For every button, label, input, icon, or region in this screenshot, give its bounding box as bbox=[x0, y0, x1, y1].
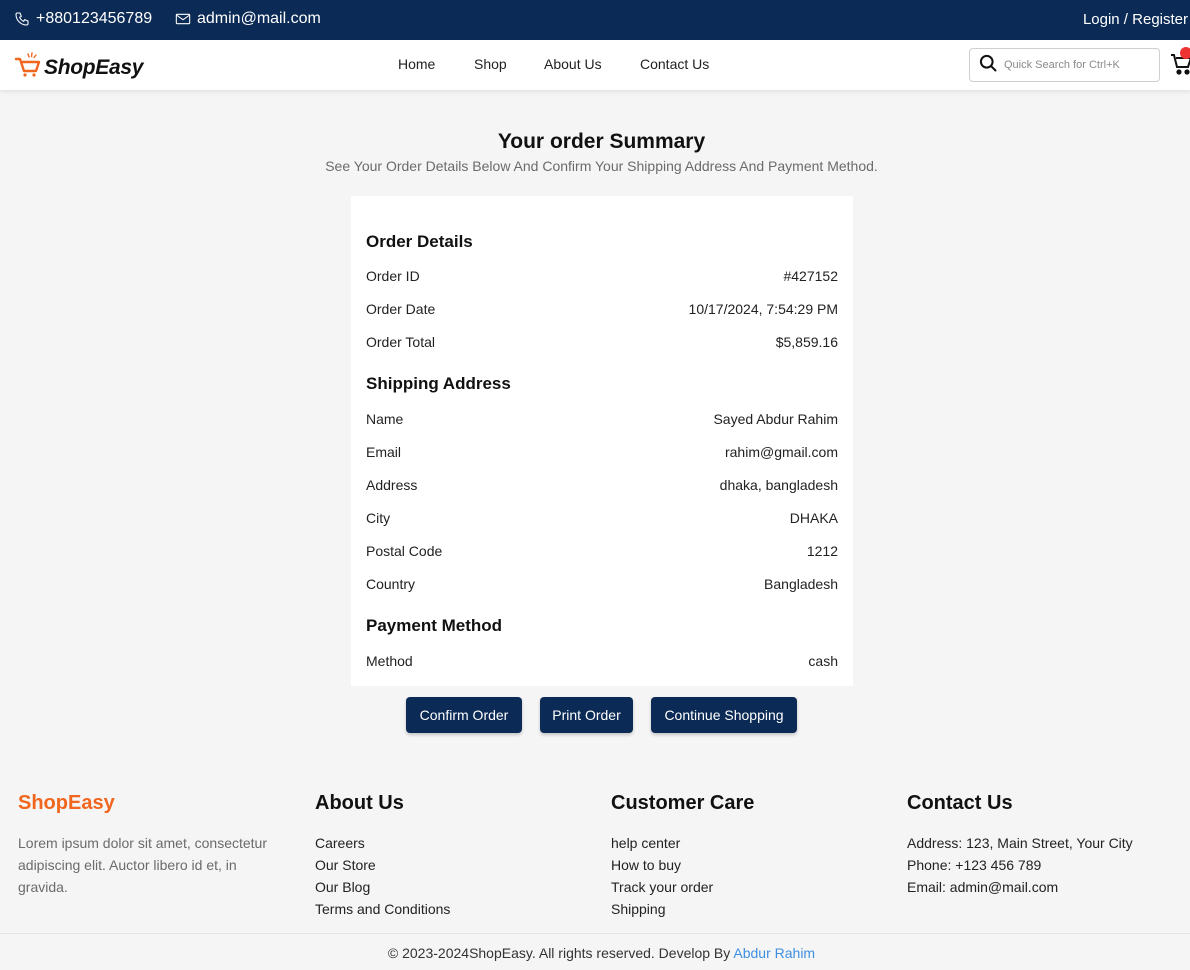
top-email[interactable]: admin@mail.com bbox=[175, 10, 321, 28]
row-value: $5,859.16 bbox=[775, 334, 838, 350]
footer-contact-address: Address: 123, Main Street, Your City bbox=[907, 835, 1133, 851]
order-id-row: Order ID #427152 bbox=[366, 268, 838, 288]
phone-icon bbox=[14, 11, 30, 27]
row-value: cash bbox=[808, 653, 838, 669]
nav-home[interactable]: Home bbox=[398, 56, 474, 72]
quick-search[interactable] bbox=[969, 48, 1160, 82]
confirm-order-button[interactable]: Confirm Order bbox=[406, 697, 522, 733]
shipping-name-row: Name Sayed Abdur Rahim bbox=[366, 411, 838, 431]
main-nav: Home Shop About Us Contact Us bbox=[398, 56, 709, 72]
shipping-country-row: Country Bangladesh bbox=[366, 576, 838, 596]
top-phone[interactable]: +880123456789 bbox=[14, 10, 152, 28]
footer-contact-title: Contact Us bbox=[907, 792, 1013, 814]
footer-link-our-store[interactable]: Our Store bbox=[315, 854, 450, 876]
footer-link-help-center[interactable]: help center bbox=[611, 832, 754, 854]
footer-link-how-to-buy[interactable]: How to buy bbox=[611, 854, 754, 876]
email-address: admin@mail.com bbox=[197, 10, 321, 27]
row-label: Method bbox=[366, 653, 413, 669]
row-label: Order Total bbox=[366, 334, 435, 350]
search-icon bbox=[978, 53, 998, 78]
payment-method-row: Method cash bbox=[366, 653, 838, 673]
copyright: © 2023-2024ShopEasy. All rights reserved… bbox=[0, 945, 1190, 961]
order-summary-card: Order Details Order ID #427152 Order Dat… bbox=[351, 196, 853, 686]
row-value: 10/17/2024, 7:54:29 PM bbox=[688, 301, 838, 317]
row-label: Country bbox=[366, 576, 416, 592]
cart-logo-icon bbox=[14, 52, 42, 83]
footer-divider bbox=[0, 933, 1190, 934]
top-bar: +880123456789 admin@mail.com Login / Reg… bbox=[0, 0, 1190, 40]
cart-count-badge bbox=[1180, 47, 1190, 59]
footer-about: About Us Careers Our Store Our Blog Term… bbox=[315, 792, 450, 920]
shipping-address-row: Address dhaka, bangladesh bbox=[366, 477, 838, 497]
row-value: #427152 bbox=[783, 268, 838, 284]
row-value: Bangladesh bbox=[764, 576, 838, 592]
navbar: ShopEasy Home Shop About Us Contact Us bbox=[0, 40, 1190, 90]
footer-brand: ShopEasy Lorem ipsum dolor sit amet, con… bbox=[18, 792, 288, 898]
print-order-button[interactable]: Print Order bbox=[540, 697, 633, 733]
footer-brand-text: Lorem ipsum dolor sit amet, consectetur … bbox=[18, 835, 267, 895]
row-value: rahim@gmail.com bbox=[724, 444, 838, 460]
row-value: dhaka, bangladesh bbox=[719, 477, 838, 493]
footer-link-terms[interactable]: Terms and Conditions bbox=[315, 898, 450, 920]
shipping-address-title: Shipping Address bbox=[366, 374, 511, 393]
order-date-row: Order Date 10/17/2024, 7:54:29 PM bbox=[366, 301, 838, 321]
logo-text: ShopEasy bbox=[44, 55, 144, 79]
footer-about-title: About Us bbox=[315, 792, 404, 814]
row-value: 1212 bbox=[806, 543, 838, 559]
footer-customer-care: Customer Care help center How to buy Tra… bbox=[611, 792, 754, 920]
row-label: Postal Code bbox=[366, 543, 443, 559]
developer-link[interactable]: Abdur Rahim bbox=[733, 945, 815, 961]
order-total-row: Order Total $5,859.16 bbox=[366, 334, 838, 354]
row-label: Address bbox=[366, 477, 418, 493]
search-input[interactable] bbox=[1004, 59, 1154, 71]
nav-about-us[interactable]: About Us bbox=[544, 56, 640, 72]
row-value: DHAKA bbox=[789, 510, 838, 526]
footer-link-track-order[interactable]: Track your order bbox=[611, 876, 754, 898]
footer-contact-email: Email: admin@mail.com bbox=[907, 879, 1059, 895]
continue-shopping-button[interactable]: Continue Shopping bbox=[651, 697, 797, 733]
shipping-email-row: Email rahim@gmail.com bbox=[366, 444, 838, 464]
page-subtitle: See Your Order Details Below And Confirm… bbox=[325, 158, 878, 174]
row-label: Order Date bbox=[366, 301, 436, 317]
footer-link-our-blog[interactable]: Our Blog bbox=[315, 876, 450, 898]
footer-contact: Contact Us Address: 123, Main Street, Yo… bbox=[907, 792, 1133, 898]
shipping-city-row: City DHAKA bbox=[366, 510, 838, 530]
row-label: City bbox=[366, 510, 391, 526]
row-label: Name bbox=[366, 411, 404, 427]
nav-contact-us[interactable]: Contact Us bbox=[640, 56, 709, 72]
footer-care-title: Customer Care bbox=[611, 792, 755, 814]
row-label: Order ID bbox=[366, 268, 420, 284]
logo[interactable]: ShopEasy bbox=[14, 52, 143, 83]
page-title: Your order Summary bbox=[497, 130, 706, 153]
mail-icon bbox=[175, 12, 191, 26]
row-label: Email bbox=[366, 444, 402, 460]
shipping-postal-code-row: Postal Code 1212 bbox=[366, 543, 838, 563]
nav-shop[interactable]: Shop bbox=[474, 56, 544, 72]
footer-link-careers[interactable]: Careers bbox=[315, 832, 450, 854]
payment-method-title: Payment Method bbox=[366, 616, 503, 635]
footer-link-shipping[interactable]: Shipping bbox=[611, 898, 754, 920]
login-register-link[interactable]: Login / Register bbox=[1083, 11, 1188, 28]
order-details-title: Order Details bbox=[366, 232, 473, 251]
phone-number: +880123456789 bbox=[36, 10, 153, 27]
footer-brand-title[interactable]: ShopEasy bbox=[18, 792, 288, 818]
footer-contact-phone: Phone: +123 456 789 bbox=[907, 857, 1042, 873]
row-value: Sayed Abdur Rahim bbox=[713, 411, 838, 427]
copyright-text: © 2023-2024ShopEasy. All rights reserved… bbox=[387, 945, 734, 961]
